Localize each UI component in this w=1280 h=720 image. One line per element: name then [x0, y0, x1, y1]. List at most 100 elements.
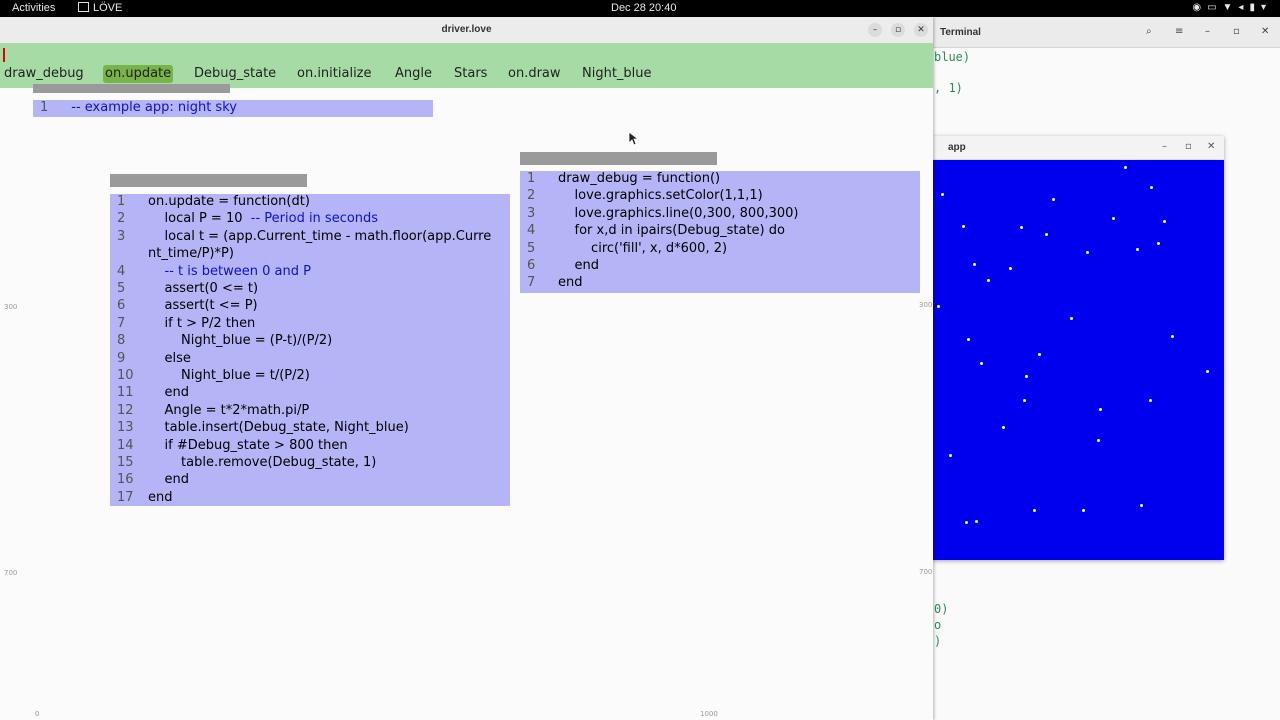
star	[1070, 317, 1073, 320]
chevron-down-icon: ▾	[1260, 2, 1272, 13]
tab-on-initialize[interactable]: on.initialize	[295, 65, 374, 83]
driver-titlebar[interactable]: driver.love – ▫ ✕	[0, 17, 933, 43]
code-text: end	[558, 275, 583, 290]
close-icon[interactable]: ✕	[1207, 141, 1215, 152]
definition-menubar[interactable]: draw_debug on.update Debug_state on.init…	[0, 43, 933, 88]
line-number: 1	[40, 100, 49, 115]
code-pane-example[interactable]: 1 -- example app: night sky	[33, 100, 433, 117]
line-number: 17	[117, 489, 134, 505]
star	[980, 362, 983, 365]
app-menu[interactable]: LÖVE	[78, 2, 122, 14]
tab-on-draw[interactable]: on.draw	[506, 65, 563, 83]
keyboard-icon: ▭	[1207, 2, 1223, 13]
terminal-line: 0)	[934, 602, 949, 616]
star	[1171, 335, 1174, 338]
terminal-title: Terminal	[940, 27, 981, 38]
code-text: Night_blue = t/(P/2)	[148, 368, 310, 383]
star	[975, 520, 978, 523]
code-segment: nt_time/P)*P)	[148, 246, 234, 262]
code-text: assert(t <= P)	[148, 298, 258, 313]
line-number: 4	[117, 263, 126, 279]
driver-window[interactable]: driver.love – ▫ ✕ draw_debug on.update D…	[0, 17, 933, 720]
mouse-pointer-icon	[628, 131, 638, 146]
text-cursor	[3, 48, 5, 62]
line-number: 2	[527, 188, 536, 204]
code-pane-on-update[interactable]: 1 on.update = function(dt) 2 local P = 10 …	[110, 194, 510, 506]
code-segment: local P = 10	[148, 211, 243, 227]
clock[interactable]: Dec 28 20:40	[611, 2, 676, 14]
minimize-icon[interactable]: –	[868, 23, 882, 37]
star	[1097, 439, 1100, 442]
tab-draw-debug[interactable]: draw_debug	[2, 65, 86, 83]
system-top-bar: Activities LÖVE Dec 28 20:40 ◉▭▼◂▮▾	[0, 0, 1280, 17]
star	[949, 454, 952, 457]
ubuntu-icon: ◉	[1192, 2, 1208, 13]
code-segment: end	[148, 472, 190, 488]
star	[1112, 217, 1115, 220]
terminal-line: o	[934, 618, 942, 632]
line-number: 6	[527, 258, 536, 273]
pane-header-on-update[interactable]	[110, 174, 307, 187]
app-window[interactable]: app – ▫ ✕	[932, 136, 1224, 560]
close-icon[interactable]: ✕	[1261, 26, 1269, 37]
tab-angle[interactable]: Angle	[393, 65, 434, 83]
code-comment: -- Period in seconds	[242, 211, 379, 227]
line-number: 4	[527, 223, 536, 239]
tab-stars[interactable]: Stars	[452, 65, 489, 83]
star	[1045, 233, 1048, 236]
code-text: for x,d in ipairs(Debug_state) do	[558, 223, 785, 238]
code-segment: if #Debug_state > 800 then	[148, 437, 348, 453]
code-pane-draw-debug[interactable]: 1 draw_debug = function() 2 love.graphics.…	[520, 171, 920, 293]
line-number: 3	[527, 205, 536, 221]
code-text: Angle = t*2*math.pi/P	[148, 402, 310, 418]
line-number: 10	[117, 368, 134, 383]
night-sky-canvas[interactable]	[932, 160, 1224, 560]
code-text: -- example app: night sky	[63, 100, 237, 115]
terminal-line: )	[934, 634, 942, 648]
ruler-label: 700	[919, 568, 933, 576]
code-segment: end	[558, 275, 583, 291]
minimize-icon[interactable]: –	[1205, 26, 1210, 37]
star	[1140, 504, 1143, 507]
ruler-label: 300	[4, 303, 18, 311]
line-number: 7	[117, 315, 126, 331]
code-segment: -- example app: night sky	[63, 100, 237, 115]
star	[937, 305, 940, 308]
star	[967, 338, 970, 341]
code-text: draw_debug = function()	[558, 171, 720, 186]
pane-header-example[interactable]	[33, 84, 230, 93]
hamburger-menu-icon[interactable]: ≡	[1175, 26, 1183, 37]
code-segment: Angle = t*2*math.pi/P	[148, 402, 310, 418]
line-number: 9	[117, 350, 126, 366]
star	[987, 279, 990, 282]
close-icon[interactable]: ✕	[914, 23, 928, 37]
maximize-icon[interactable]: ▫	[1185, 141, 1192, 152]
activities-button[interactable]: Activities	[12, 2, 55, 14]
system-tray[interactable]: ◉▭▼◂▮▾	[1192, 2, 1272, 13]
tab-on-update[interactable]: on.update	[103, 65, 174, 83]
code-text: assert(0 <= t)	[148, 281, 259, 296]
code-segment: love.graphics.setColor(1,1,1)	[558, 188, 763, 204]
tab-night-blue[interactable]: Night_blue	[580, 65, 654, 83]
line-number: 14	[117, 437, 134, 453]
minimize-icon[interactable]: –	[1162, 141, 1167, 152]
code-text: local P = 10 -- Period in seconds	[148, 211, 379, 227]
terminal-titlebar[interactable]: Terminal ⌕ ≡ – ▫ ✕	[932, 17, 1280, 48]
line-number: 6	[117, 298, 126, 314]
code-segment: end	[558, 258, 600, 273]
pane-header-draw-debug[interactable]	[520, 152, 717, 165]
app-titlebar[interactable]: app – ▫ ✕	[932, 136, 1224, 160]
tab-debug-state[interactable]: Debug_state	[192, 65, 278, 83]
star	[1002, 426, 1005, 429]
code-segment: for x,d in ipairs(Debug_state) do	[558, 223, 785, 239]
maximize-icon[interactable]: ▫	[891, 23, 905, 37]
star	[1052, 198, 1055, 201]
star	[1099, 408, 1102, 411]
maximize-icon[interactable]: ▫	[1233, 26, 1240, 37]
code-text: Night_blue = (P-t)/(P/2)	[148, 333, 332, 348]
search-icon[interactable]: ⌕	[1146, 26, 1152, 37]
wifi-icon: ▼	[1222, 2, 1239, 13]
code-segment: draw_debug = function()	[558, 171, 721, 186]
code-text: end	[148, 490, 173, 505]
code-segment: Night_blue = t/(P/2)	[148, 368, 310, 383]
